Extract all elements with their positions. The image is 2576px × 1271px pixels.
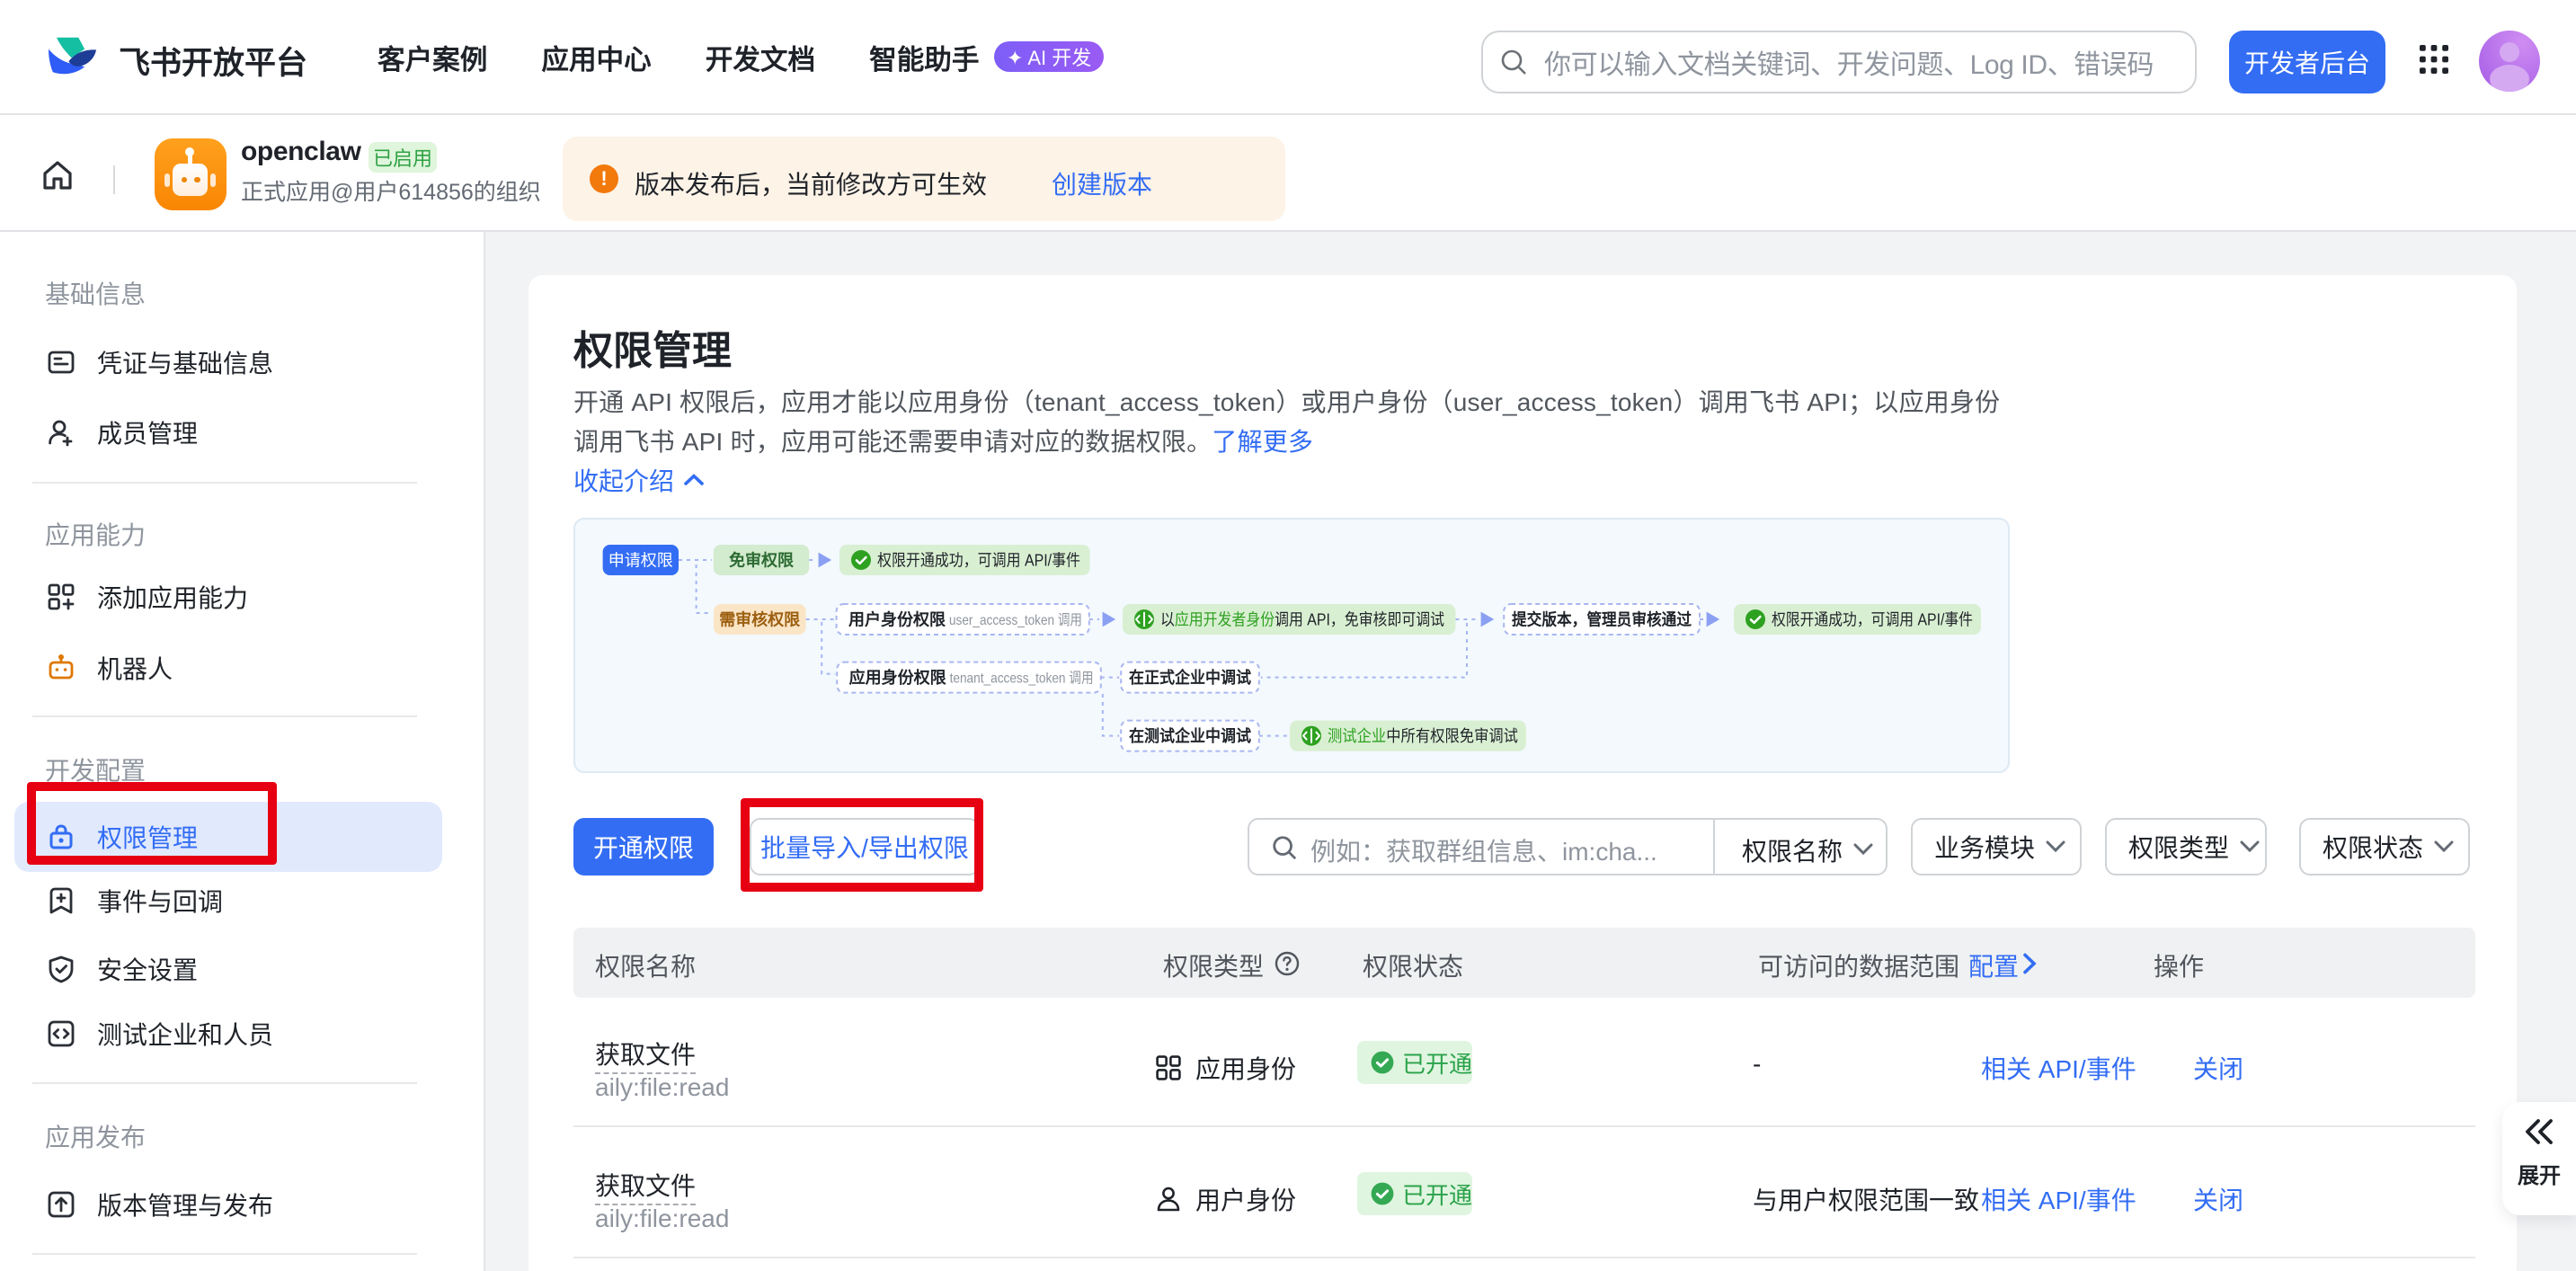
svg-text:免审权限: 免审权限: [729, 550, 795, 569]
svg-text:申请权限: 申请权限: [608, 551, 673, 569]
svg-text:用户身份权限: 用户身份权限: [848, 609, 946, 628]
svg-text:应用身份权限: 应用身份权限: [849, 668, 947, 687]
svg-text:权限开通成功，可调用 API/事件: 权限开通成功，可调用 API/事件: [1772, 610, 1973, 628]
svg-text:以应用开发者身份调用 API，免审核即可调试: 以应用开发者身份调用 API，免审核即可调试: [1160, 610, 1444, 628]
svg-text:提交版本，管理员审核通过: 提交版本，管理员审核通过: [1512, 609, 1692, 628]
svg-text:在测试企业中调试: 在测试企业中调试: [1129, 726, 1251, 745]
svg-text:权限开通成功，可调用 API/事件: 权限开通成功，可调用 API/事件: [877, 551, 1080, 569]
svg-text:在正式企业中调试: 在正式企业中调试: [1129, 668, 1251, 687]
svg-text:测试企业中所有权限免审调试: 测试企业中所有权限免审调试: [1328, 727, 1518, 745]
svg-text:tenant_access_token 调用: tenant_access_token 调用: [950, 671, 1094, 687]
svg-text:需审核权限: 需审核权限: [719, 609, 801, 628]
svg-text:user_access_token 调用: user_access_token 调用: [949, 612, 1082, 628]
